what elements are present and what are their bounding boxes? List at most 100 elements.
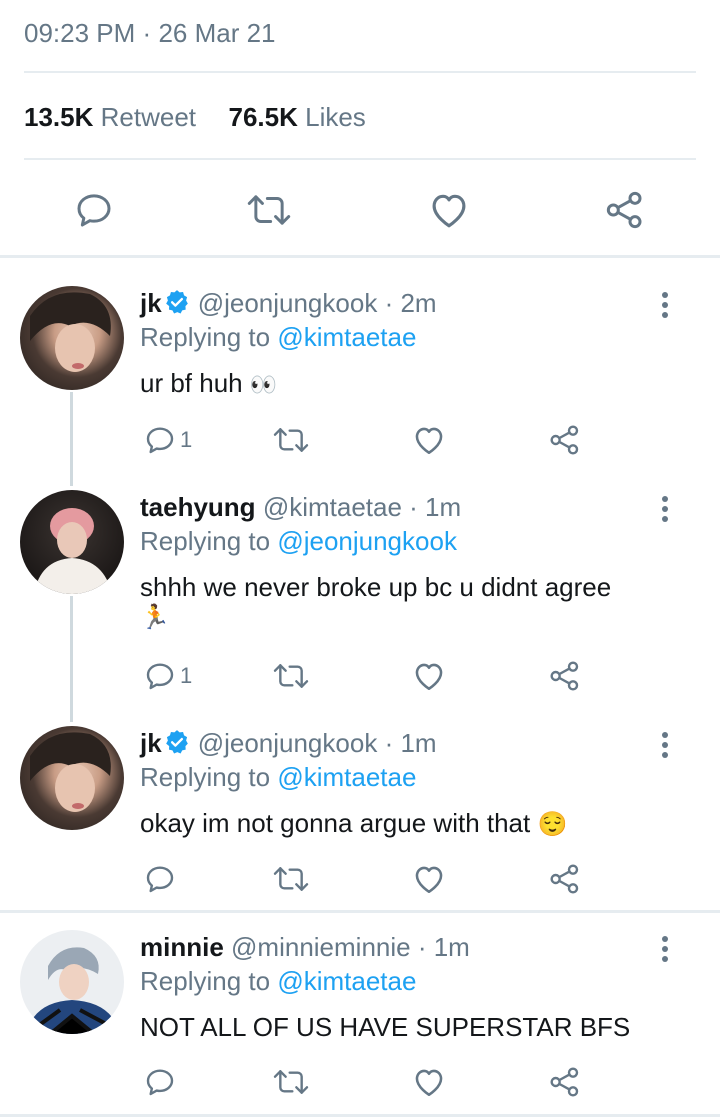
heart-icon <box>432 194 466 228</box>
running-emoji: 🏃 <box>140 604 170 631</box>
author-line: jk @jeonjungkook · 2m <box>140 288 437 319</box>
verified-badge-icon <box>164 289 190 315</box>
reply-count: 1 <box>180 427 193 452</box>
reply-icon <box>146 427 174 454</box>
verified-badge-icon <box>164 729 190 755</box>
retweets-stat[interactable]: 13.5K Retweet <box>24 102 196 132</box>
replying-to-handle[interactable]: @jeonjungkook <box>277 526 457 556</box>
like-button[interactable] <box>412 1066 446 1098</box>
like-button[interactable] <box>412 424 446 456</box>
author-name[interactable]: taehyung <box>140 492 256 522</box>
reply-icon <box>146 1069 174 1096</box>
share-icon <box>550 864 579 894</box>
replying-to-label: Replying to <box>140 966 271 996</box>
avatar[interactable] <box>20 930 124 1034</box>
retweet-icon <box>273 664 309 688</box>
share-button[interactable] <box>548 660 582 692</box>
replying-to-handle[interactable]: @kimtaetae <box>277 966 416 996</box>
tweet-text: okay im not gonna argue with that 😌 <box>140 808 567 839</box>
author-line: jk @jeonjungkook · 1m <box>140 728 437 759</box>
author-name[interactable]: jk <box>140 288 162 318</box>
share-button[interactable] <box>548 1066 582 1098</box>
tweet-stats: 13.5K Retweet 76.5K Likes <box>24 102 366 133</box>
share-icon <box>606 191 642 229</box>
share-button[interactable] <box>604 190 646 230</box>
more-options-button[interactable] <box>660 496 670 526</box>
divider <box>24 71 696 73</box>
more-options-button[interactable] <box>660 936 670 966</box>
replying-to: Replying to @kimtaetae <box>140 322 416 353</box>
share-icon <box>550 661 579 691</box>
replying-to: Replying to @kimtaetae <box>140 966 416 997</box>
reply-icon <box>77 194 111 227</box>
more-vertical-icon <box>660 936 670 962</box>
retweet-icon <box>247 195 291 225</box>
reply-icon <box>146 866 174 893</box>
author-name[interactable]: jk <box>140 728 162 758</box>
more-vertical-icon <box>660 496 670 522</box>
replying-to-label: Replying to <box>140 762 271 792</box>
reply-icon <box>146 663 174 690</box>
like-button[interactable] <box>412 660 446 692</box>
share-icon <box>550 1067 579 1097</box>
avatar[interactable] <box>20 490 124 594</box>
section-divider <box>0 910 720 913</box>
tweet-text: NOT ALL OF US HAVE SUPERSTAR BFS <box>140 1012 631 1042</box>
retweet-icon <box>273 428 309 452</box>
heart-icon <box>415 1069 443 1097</box>
share-button[interactable] <box>548 424 582 456</box>
share-button[interactable] <box>548 863 582 895</box>
tweet-text: ur bf huh 👀 <box>140 368 277 399</box>
reply-button[interactable] <box>144 1066 176 1098</box>
likes-count: 76.5K <box>228 102 298 132</box>
avatar[interactable] <box>20 726 124 830</box>
reply-button[interactable] <box>74 190 114 230</box>
reply-button[interactable]: 1 <box>144 424 192 456</box>
tweet-text-content: ur bf huh <box>140 368 243 398</box>
author-line: taehyung @kimtaetae · 1m <box>140 492 461 523</box>
replying-to: Replying to @kimtaetae <box>140 762 416 793</box>
retweet-icon <box>273 867 309 891</box>
thread-connector <box>70 392 73 486</box>
replying-to-handle[interactable]: @kimtaetae <box>277 322 416 352</box>
retweets-count: 13.5K <box>24 102 94 132</box>
likes-stat[interactable]: 76.5K Likes <box>228 102 365 132</box>
retweet-button[interactable] <box>272 863 310 895</box>
like-button[interactable] <box>428 190 470 230</box>
avatar[interactable] <box>20 286 124 390</box>
retweet-button[interactable] <box>272 424 310 456</box>
thread-connector <box>70 596 73 722</box>
tweet-age: · 1m <box>417 932 470 962</box>
reply-count: 1 <box>180 663 193 688</box>
like-button[interactable] <box>412 863 446 895</box>
author-line: minnie @minnieminnie · 1m <box>140 932 470 963</box>
eyes-emoji: 👀 <box>249 372 278 397</box>
author-handle[interactable]: @jeonjungkook <box>198 288 378 318</box>
retweet-button[interactable] <box>272 1066 310 1098</box>
more-options-button[interactable] <box>660 292 670 322</box>
tweet-age: · 1m <box>384 728 437 758</box>
author-handle[interactable]: @minnieminnie <box>231 932 411 962</box>
author-name[interactable]: minnie <box>140 932 224 962</box>
tweet-text: shhh we never broke up bc u didnt agree <box>140 572 612 602</box>
replying-to-handle[interactable]: @kimtaetae <box>277 762 416 792</box>
heart-icon <box>415 663 443 691</box>
retweet-button[interactable] <box>272 660 310 692</box>
likes-label: Likes <box>305 102 366 132</box>
divider <box>24 158 696 160</box>
tweet-text-content: okay im not gonna argue with that <box>140 808 531 838</box>
more-options-button[interactable] <box>660 732 670 762</box>
retweet-icon <box>273 1070 309 1094</box>
tweet-time: 09:23 PM <box>24 18 136 48</box>
author-handle[interactable]: @kimtaetae <box>263 492 402 522</box>
author-handle[interactable]: @jeonjungkook <box>198 728 378 758</box>
section-divider <box>0 255 720 258</box>
tweet-age: · 2m <box>384 288 437 318</box>
tweet-age: · 1m <box>409 492 462 522</box>
retweet-button[interactable] <box>246 190 292 230</box>
meta-separator: · <box>142 18 152 48</box>
tweet-date: 26 Mar 21 <box>158 18 276 48</box>
more-vertical-icon <box>660 732 670 758</box>
reply-button[interactable]: 1 <box>144 660 192 692</box>
reply-button[interactable] <box>144 863 176 895</box>
